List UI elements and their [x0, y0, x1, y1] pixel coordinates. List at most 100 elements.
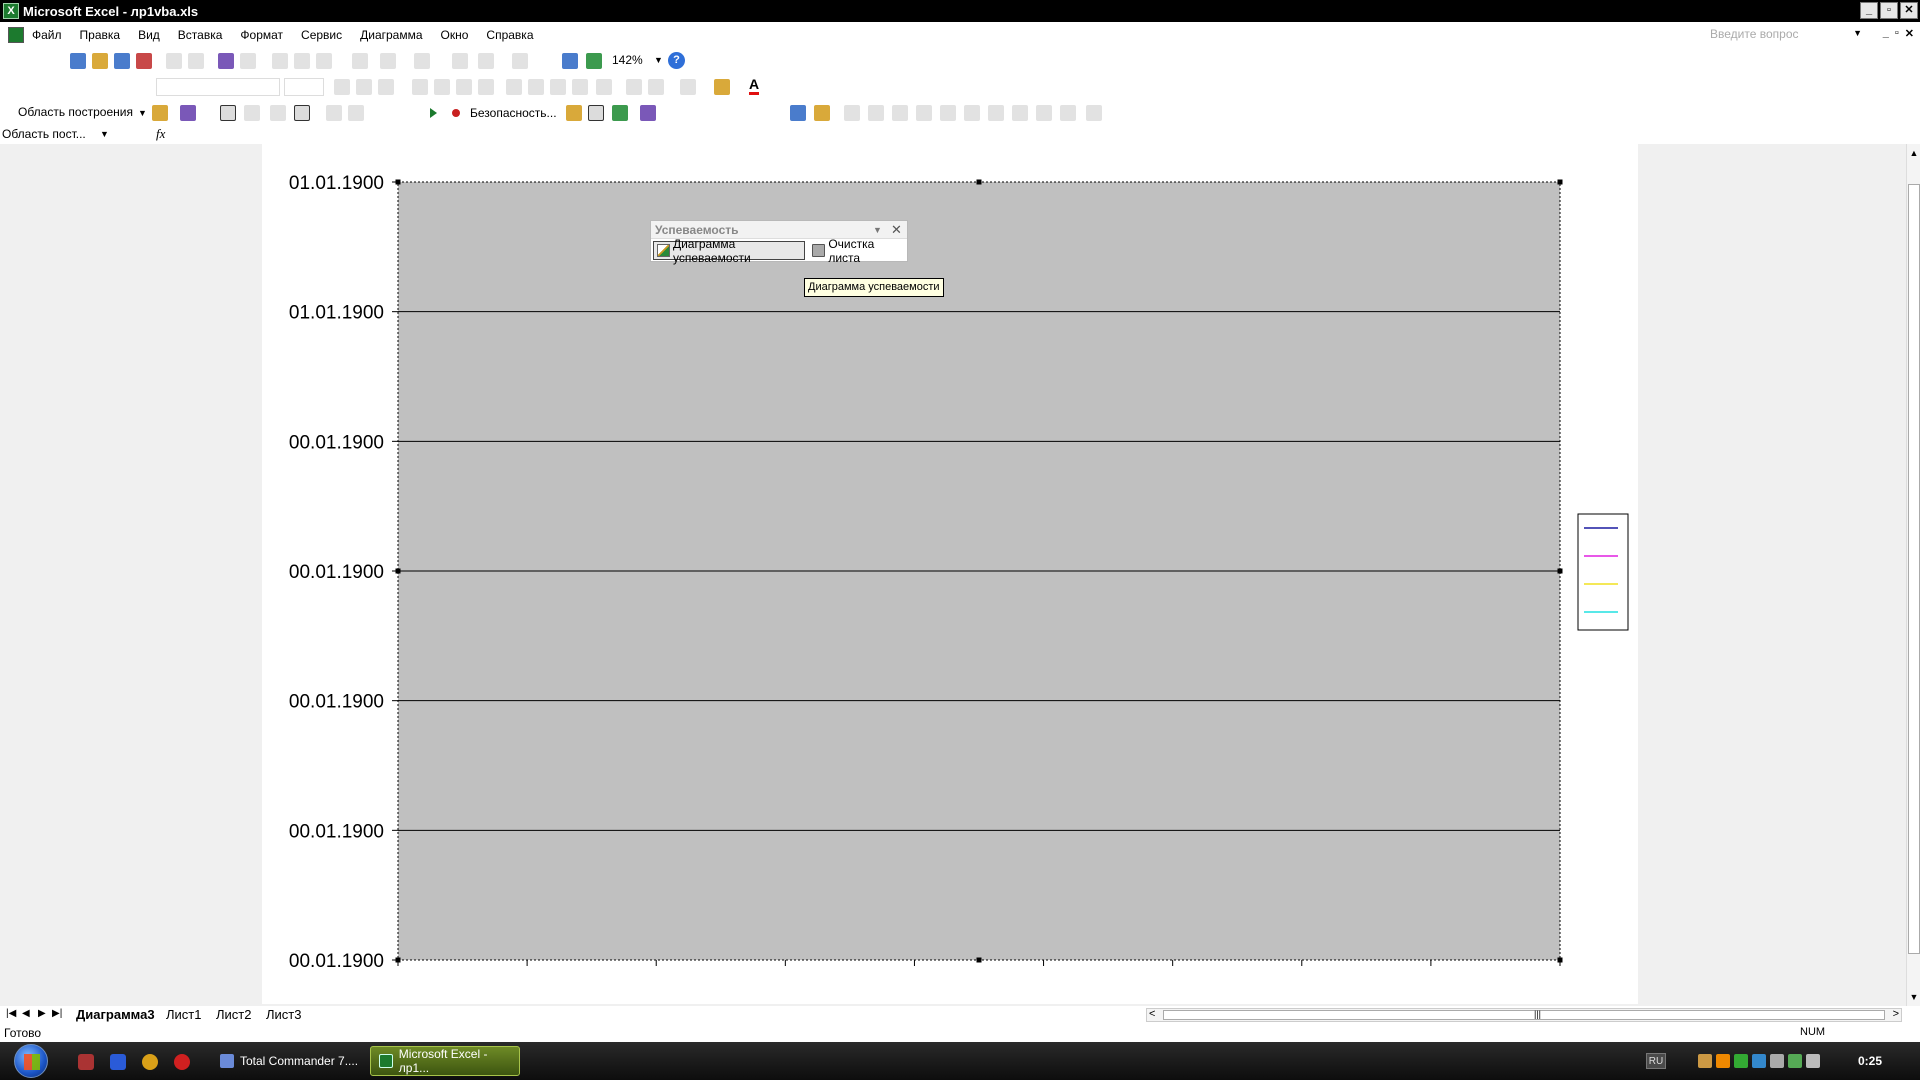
- minimize-button[interactable]: _: [1860, 2, 1878, 19]
- form-properties-icon[interactable]: [814, 105, 830, 121]
- chevron-down-icon[interactable]: ▼: [873, 225, 882, 235]
- fill-color-icon[interactable]: [714, 79, 730, 95]
- sheet-tab-list2[interactable]: Лист2: [216, 1007, 251, 1022]
- format-chart-area-icon[interactable]: [152, 105, 168, 121]
- undo-icon[interactable]: [380, 53, 396, 69]
- task-excel[interactable]: Microsoft Excel - лр1...: [370, 1046, 520, 1076]
- task-total-commander[interactable]: Total Commander 7....: [212, 1046, 362, 1076]
- new-document-icon[interactable]: [70, 53, 86, 69]
- increase-decimal-icon[interactable]: [572, 79, 588, 95]
- run-macro-icon[interactable]: [430, 108, 437, 118]
- security-button[interactable]: Безопасность...: [470, 106, 557, 120]
- angle-text-down-icon[interactable]: [326, 105, 342, 121]
- horizontal-scrollbar[interactable]: < ||| >: [1146, 1008, 1902, 1022]
- font-name-select[interactable]: [156, 78, 280, 96]
- volume-icon[interactable]: [1770, 1054, 1784, 1068]
- control-toolbox-icon[interactable]: [588, 105, 604, 121]
- hyperlink-icon[interactable]: [452, 53, 468, 69]
- format-painter-icon[interactable]: [352, 53, 368, 69]
- next-sheet-icon[interactable]: ▶: [38, 1008, 46, 1019]
- network-icon[interactable]: [1788, 1054, 1802, 1068]
- menu-format[interactable]: Формат: [240, 28, 283, 42]
- decrease-indent-icon[interactable]: [626, 79, 642, 95]
- italic-icon[interactable]: [356, 79, 372, 95]
- align-center-icon[interactable]: [434, 79, 450, 95]
- save-icon[interactable]: [114, 53, 130, 69]
- form-listbox-icon[interactable]: [940, 105, 956, 121]
- chart-wizard-icon[interactable]: [562, 53, 578, 69]
- sheet-tab-list1[interactable]: Лист1: [166, 1007, 201, 1022]
- redo-icon[interactable]: [414, 53, 430, 69]
- bold-icon[interactable]: [334, 79, 350, 95]
- tray-icon[interactable]: [1752, 1054, 1766, 1068]
- scroll-down-icon[interactable]: ▼: [1907, 990, 1920, 1004]
- thousands-icon[interactable]: [550, 79, 566, 95]
- paste-icon[interactable]: [316, 53, 332, 69]
- borders-icon[interactable]: [680, 79, 696, 95]
- menu-edit[interactable]: Правка: [80, 28, 121, 42]
- align-right-icon[interactable]: [456, 79, 472, 95]
- font-color-icon[interactable]: A: [749, 76, 760, 95]
- autosum-icon[interactable]: [478, 53, 494, 69]
- design-mode-icon[interactable]: [612, 105, 628, 121]
- form-checkbox-icon[interactable]: [892, 105, 908, 121]
- chart-type-icon[interactable]: [180, 105, 196, 121]
- cut-icon[interactable]: [272, 53, 288, 69]
- menu-tools[interactable]: Сервис: [301, 28, 342, 42]
- merge-icon[interactable]: [478, 79, 494, 95]
- chart-objects-select[interactable]: Область построения: [18, 105, 133, 119]
- excel-app-icon[interactable]: X: [3, 3, 19, 19]
- data-table-icon[interactable]: [244, 105, 260, 121]
- quicklaunch-icon[interactable]: [142, 1054, 158, 1070]
- menu-help[interactable]: Справка: [486, 28, 533, 42]
- chevron-down-icon[interactable]: ▼: [1853, 28, 1862, 38]
- sheet-tab-diagram3[interactable]: Диаграмма3: [76, 1007, 155, 1022]
- doc-restore-button[interactable]: ▫: [1895, 27, 1899, 40]
- doc-close-button[interactable]: ✕: [1905, 27, 1914, 40]
- chart-progress-button[interactable]: Диаграмма успеваемости: [653, 237, 805, 265]
- tray-icon[interactable]: [1698, 1054, 1712, 1068]
- restore-button[interactable]: ▫: [1880, 2, 1898, 19]
- prev-sheet-icon[interactable]: ◀: [22, 1008, 30, 1019]
- first-sheet-icon[interactable]: |◀: [6, 1008, 16, 1019]
- permission-icon[interactable]: [136, 53, 152, 69]
- last-sheet-icon[interactable]: ▶|: [52, 1008, 62, 1019]
- vertical-scrollbar[interactable]: ▲ ▼: [1906, 144, 1920, 1006]
- scroll-right-icon[interactable]: >: [1893, 1008, 1899, 1020]
- document-icon[interactable]: [8, 27, 24, 43]
- insert-function-icon[interactable]: fx: [156, 126, 165, 142]
- form-scrollbar-icon[interactable]: [988, 105, 1004, 121]
- drawing-icon[interactable]: [586, 53, 602, 69]
- print-preview-icon[interactable]: [188, 53, 204, 69]
- help-icon[interactable]: ?: [668, 52, 685, 69]
- clear-sheet-button[interactable]: Очистка листа: [809, 237, 905, 265]
- chevron-down-icon[interactable]: ▼: [100, 129, 109, 139]
- spelling-icon[interactable]: [218, 53, 234, 69]
- menu-file[interactable]: Файл: [32, 28, 62, 42]
- form-text-icon[interactable]: [1036, 105, 1052, 121]
- script-editor-icon[interactable]: [640, 105, 656, 121]
- menu-view[interactable]: Вид: [138, 28, 160, 42]
- form-tools-icon[interactable]: [1086, 105, 1102, 121]
- language-indicator[interactable]: RU: [1646, 1053, 1666, 1069]
- close-button[interactable]: ✕: [1900, 2, 1918, 19]
- form-radio-icon[interactable]: [916, 105, 932, 121]
- scroll-thumb[interactable]: |||: [1163, 1009, 1885, 1020]
- start-button[interactable]: [14, 1044, 48, 1078]
- visual-basic-icon[interactable]: [566, 105, 582, 121]
- form-groupbox-icon[interactable]: [844, 105, 860, 121]
- ask-question-input[interactable]: Введите вопрос: [1710, 27, 1850, 44]
- menu-window[interactable]: Окно: [441, 28, 469, 42]
- font-size-select[interactable]: [284, 78, 324, 96]
- percent-icon[interactable]: [528, 79, 544, 95]
- tray-icon[interactable]: [1734, 1054, 1748, 1068]
- sort-icon[interactable]: [512, 53, 528, 69]
- align-left-icon[interactable]: [412, 79, 428, 95]
- by-column-icon[interactable]: [294, 105, 310, 121]
- doc-minimize-button[interactable]: _: [1883, 27, 1889, 40]
- form-label-icon[interactable]: [790, 105, 806, 121]
- menu-chart[interactable]: Диаграмма: [360, 28, 422, 42]
- chevron-down-icon[interactable]: ▼: [654, 55, 663, 65]
- copy-icon[interactable]: [294, 53, 310, 69]
- sheet-tab-list3[interactable]: Лист3: [266, 1007, 301, 1022]
